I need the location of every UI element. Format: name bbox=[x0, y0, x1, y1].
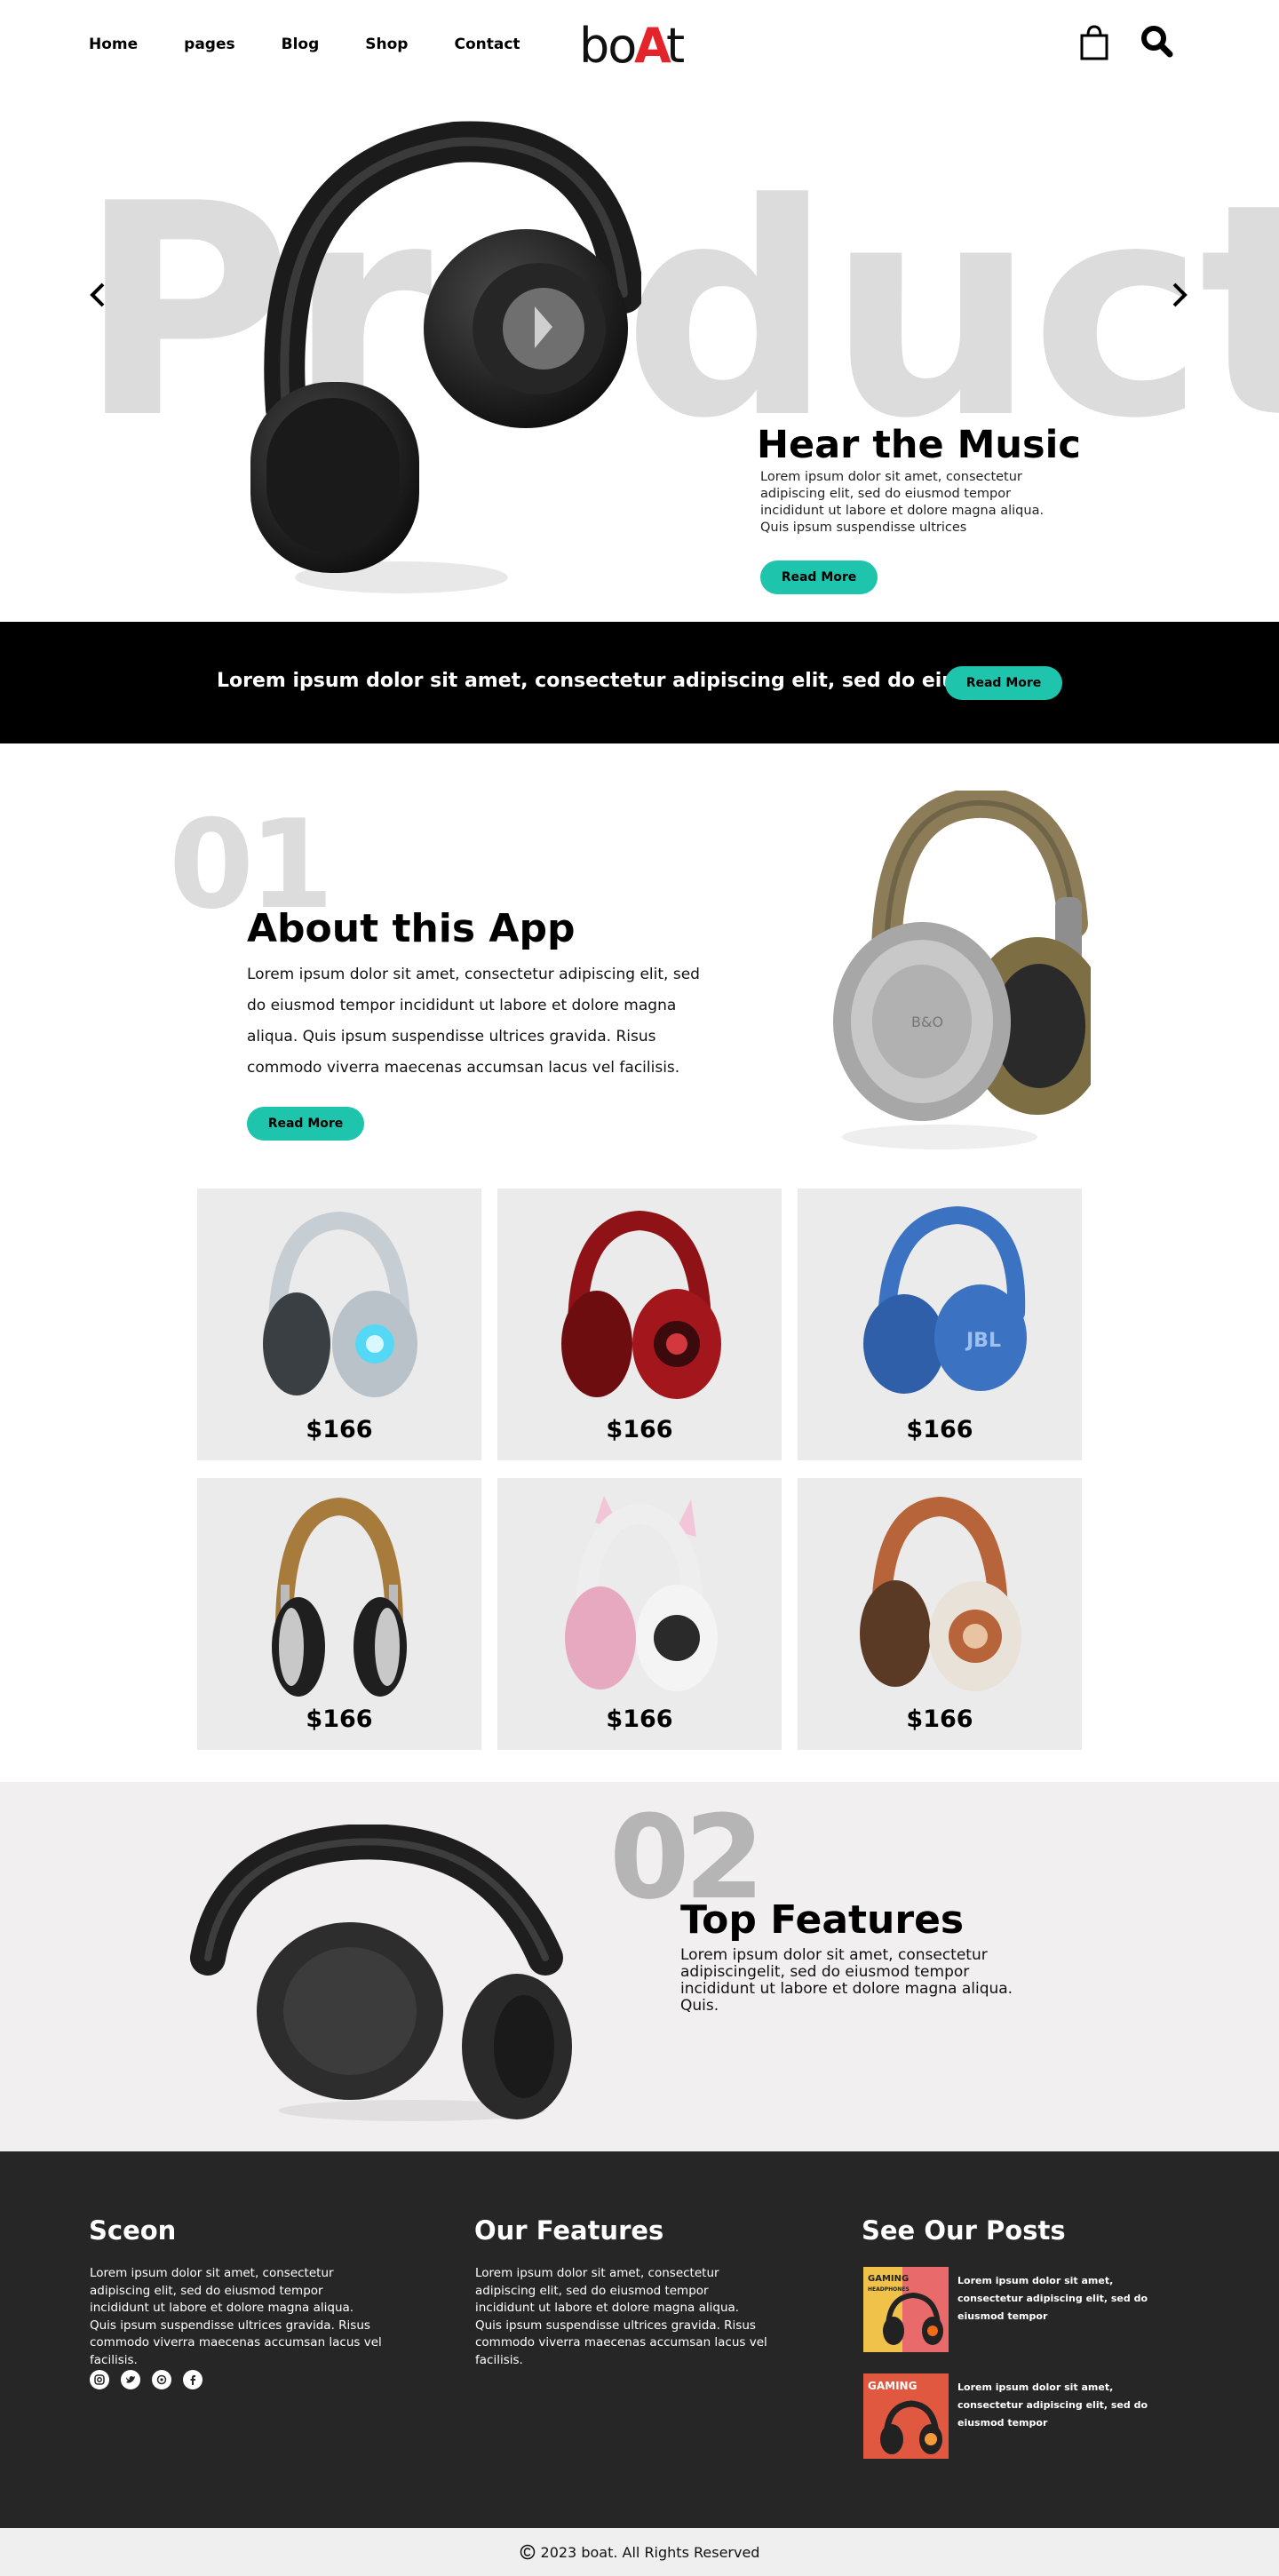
footer-col2-title: Our Features bbox=[474, 2215, 664, 2246]
main-nav: Home pages Blog Shop Contact bbox=[89, 36, 567, 53]
nav-icons bbox=[1076, 23, 1174, 62]
product-headphones-image bbox=[263, 1211, 417, 1397]
chevron-left-icon[interactable] bbox=[85, 275, 112, 314]
product-price: $166 bbox=[606, 1705, 673, 1733]
product-price: $166 bbox=[906, 1705, 973, 1733]
hero-description: Lorem ipsum dolor sit amet, consectetur … bbox=[760, 470, 1045, 535]
copyright-icon bbox=[520, 2544, 535, 2560]
promo-banner: Lorem ipsum dolor sit amet, consectetur … bbox=[0, 622, 1279, 743]
product-headphones-image: JBL bbox=[863, 1205, 1027, 1394]
twitter-icon[interactable] bbox=[121, 2370, 140, 2389]
copyright-text: 2023 boat. All Rights Reserved bbox=[540, 2543, 760, 2561]
nav-link-contact[interactable]: Contact bbox=[454, 36, 520, 53]
post-thumbnail-label: GAMING bbox=[868, 2274, 909, 2284]
product-card[interactable]: $166 bbox=[497, 1189, 782, 1460]
product-headphones-image bbox=[561, 1210, 721, 1399]
features-headphones-image bbox=[190, 1825, 572, 2121]
about-title: About this App bbox=[247, 906, 576, 951]
boat-logo[interactable]: bo A t bbox=[579, 12, 698, 75]
search-icon[interactable] bbox=[1139, 23, 1174, 62]
post-text: Lorem ipsum dolor sit amet, consectetur … bbox=[957, 2275, 1148, 2322]
post-thumbnail: GAMING bbox=[863, 2373, 949, 2459]
nav-link-home[interactable]: Home bbox=[89, 36, 138, 53]
nav-link-shop[interactable]: Shop bbox=[365, 36, 408, 53]
svg-text:JBL: JBL bbox=[965, 1330, 1001, 1352]
hero-title: Hear the Music bbox=[757, 423, 1081, 467]
features-description: Lorem ipsum dolor sit amet, consectetur … bbox=[680, 1946, 1013, 2015]
about-description: Lorem ipsum dolor sit amet, consectetur … bbox=[247, 966, 700, 1077]
features-title: Top Features bbox=[680, 1897, 965, 1943]
copyright-bar: 2023 boat. All Rights Reserved bbox=[0, 2528, 1279, 2576]
product-price: $166 bbox=[306, 1705, 373, 1733]
footer-col3-title: See Our Posts bbox=[862, 2215, 1066, 2246]
site-header: Home pages Blog Shop Contact bo A t bbox=[0, 0, 1279, 92]
social-links bbox=[90, 2370, 203, 2389]
svg-text:t: t bbox=[666, 18, 685, 74]
chevron-right-icon[interactable] bbox=[1165, 275, 1192, 314]
post-text: Lorem ipsum dolor sit amet, consectetur … bbox=[957, 2381, 1148, 2429]
banner-text: Lorem ipsum dolor sit amet, consectetur … bbox=[217, 670, 976, 692]
instagram-icon[interactable] bbox=[90, 2370, 109, 2389]
hero-section: Product Hear the Music Lorem ipsum dolor… bbox=[0, 92, 1279, 622]
site-footer: Sceon Lorem ipsum dolor sit amet, consec… bbox=[0, 2151, 1279, 2528]
nav-link-blog[interactable]: Blog bbox=[282, 36, 320, 53]
product-card[interactable]: $166 bbox=[798, 1478, 1082, 1750]
product-headphones-image bbox=[860, 1496, 1021, 1691]
product-price: $166 bbox=[906, 1416, 973, 1443]
banner-read-more-button[interactable]: Read More bbox=[945, 666, 1062, 700]
product-headphones-image bbox=[565, 1496, 718, 1691]
product-card[interactable]: $166 bbox=[197, 1478, 481, 1750]
hero-headphones-image bbox=[250, 121, 641, 593]
whatsapp-icon[interactable] bbox=[152, 2370, 171, 2389]
hero-read-more-button[interactable]: Read More bbox=[760, 561, 878, 594]
product-price: $166 bbox=[606, 1416, 673, 1443]
about-read-more-button[interactable]: Read More bbox=[247, 1107, 364, 1141]
product-card[interactable]: JBL $166 bbox=[798, 1189, 1082, 1460]
svg-text:HEADPHONES: HEADPHONES bbox=[868, 2286, 910, 2293]
product-headphones-image bbox=[272, 1497, 407, 1697]
footer-col1-text: Lorem ipsum dolor sit amet, consectetur … bbox=[90, 2266, 382, 2367]
footer-col2-text: Lorem ipsum dolor sit amet, consectetur … bbox=[475, 2266, 767, 2367]
about-headphones-image: B&O bbox=[833, 791, 1091, 1149]
product-card[interactable]: $166 bbox=[197, 1189, 481, 1460]
product-card[interactable]: $166 bbox=[497, 1478, 782, 1750]
product-price: $166 bbox=[306, 1416, 373, 1443]
footer-post[interactable]: GAMING HEADPHONES Lorem ipsum dolor sit … bbox=[863, 2267, 1153, 2352]
post-thumbnail-label: GAMING bbox=[868, 2380, 917, 2392]
post-thumbnail: GAMING HEADPHONES bbox=[863, 2267, 949, 2352]
svg-text:B&O: B&O bbox=[911, 1014, 943, 1030]
logo-text: bo bbox=[579, 18, 635, 74]
nav-link-pages[interactable]: pages bbox=[184, 36, 234, 53]
footer-post[interactable]: GAMING Lorem ipsum dolor sit amet, conse… bbox=[863, 2373, 1153, 2459]
footer-col1-title: Sceon bbox=[89, 2215, 177, 2246]
features-section: 02 Top Features Lorem ipsum dolor sit am… bbox=[0, 1782, 1279, 2151]
facebook-icon[interactable] bbox=[183, 2370, 203, 2389]
shopping-bag-icon[interactable] bbox=[1076, 23, 1112, 62]
